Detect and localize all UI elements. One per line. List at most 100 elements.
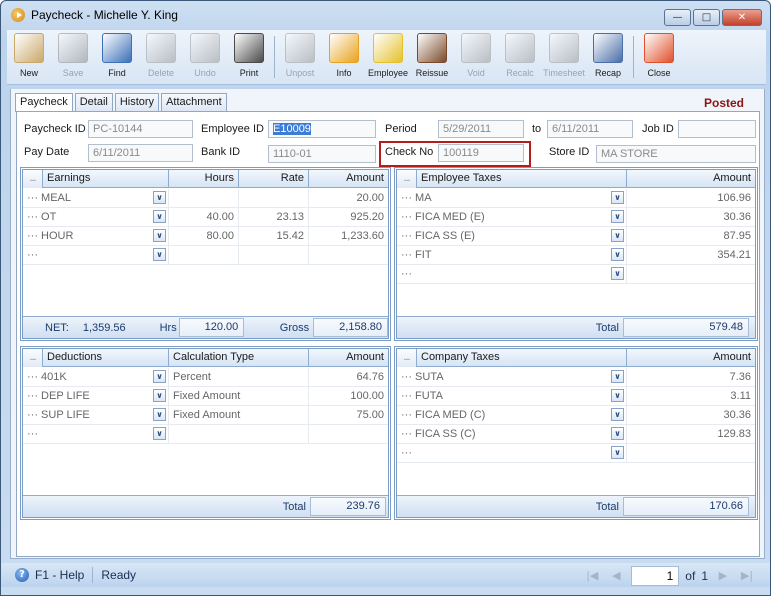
table-row[interactable]: ··· DEP LIFE Fixed Amount 100.00 bbox=[23, 387, 388, 406]
company-taxes-amount-cell[interactable]: 30.36 bbox=[627, 406, 755, 424]
dropdown-chevron-icon[interactable]: ∨ bbox=[611, 446, 624, 459]
table-row[interactable]: ··· SUTA 7.36 bbox=[397, 368, 755, 387]
dropdown-chevron-icon[interactable]: ∨ bbox=[153, 370, 166, 383]
earnings-rate-cell[interactable] bbox=[239, 246, 309, 264]
deductions-amount-cell[interactable] bbox=[309, 425, 388, 443]
table-row[interactable]: ··· 401K Percent 64.76 bbox=[23, 368, 388, 387]
earnings-rate-cell[interactable] bbox=[239, 189, 309, 207]
page-number-input[interactable] bbox=[631, 566, 680, 586]
next-record-icon[interactable]: ▶ bbox=[714, 567, 732, 585]
deductions-name-cell[interactable]: ··· SUP LIFE bbox=[23, 406, 169, 424]
table-row[interactable]: ··· FICA MED (C) 30.36 bbox=[397, 406, 755, 425]
earnings-name-cell[interactable]: ··· MEAL bbox=[23, 189, 169, 207]
toolbar-recalc-button[interactable]: Recalc bbox=[498, 30, 542, 84]
employee-taxes-name-cell[interactable]: ··· MA bbox=[397, 189, 627, 207]
paycheck-id-field[interactable]: PC-10144 bbox=[88, 120, 193, 138]
table-row[interactable]: ··· FICA SS (C) 129.83 bbox=[397, 425, 755, 444]
earnings-amount-cell[interactable]: 925.20 bbox=[309, 208, 388, 226]
bank-id-field[interactable]: 1110-01 bbox=[268, 145, 376, 163]
check-no-field[interactable]: 100119 bbox=[438, 144, 524, 162]
company-taxes-name-cell[interactable]: ··· FUTA bbox=[397, 387, 627, 405]
company-taxes-name-cell[interactable]: ··· FICA SS (C) bbox=[397, 425, 627, 443]
dropdown-chevron-icon[interactable]: ∨ bbox=[611, 267, 624, 280]
dropdown-chevron-icon[interactable]: ∨ bbox=[153, 210, 166, 223]
company-taxes-name-cell[interactable]: ··· SUTA bbox=[397, 368, 627, 386]
employee-taxes-amount-cell[interactable]: 106.96 bbox=[627, 189, 755, 207]
employee-taxes-col-name[interactable]: Employee Taxes bbox=[417, 170, 627, 188]
toolbar-unpost-button[interactable]: Unpost bbox=[278, 30, 322, 84]
table-row[interactable]: ··· FICA MED (E) 30.36 bbox=[397, 208, 755, 227]
company-taxes-amount-cell[interactable] bbox=[627, 444, 755, 462]
table-row[interactable]: ··· bbox=[23, 425, 388, 444]
earnings-name-cell[interactable]: ··· OT bbox=[23, 208, 169, 226]
tab-detail[interactable]: Detail bbox=[74, 93, 113, 111]
table-row[interactable]: ··· bbox=[23, 246, 388, 265]
dropdown-chevron-icon[interactable]: ∨ bbox=[611, 191, 624, 204]
dropdown-chevron-icon[interactable]: ∨ bbox=[153, 229, 166, 242]
help-link[interactable]: F1 - Help bbox=[35, 568, 84, 582]
toolbar-reissue-button[interactable]: Reissue bbox=[410, 30, 454, 84]
table-row[interactable]: ··· FIT 354.21 bbox=[397, 246, 755, 265]
deductions-col-name[interactable]: Deductions bbox=[43, 349, 169, 367]
deductions-type-cell[interactable]: Percent bbox=[169, 368, 309, 386]
table-row[interactable]: ··· MA 106.96 bbox=[397, 189, 755, 208]
toolbar-employee-button[interactable]: Employee bbox=[366, 30, 410, 84]
dropdown-chevron-icon[interactable]: ∨ bbox=[611, 408, 624, 421]
earnings-hours-cell[interactable] bbox=[169, 189, 239, 207]
earnings-options-button[interactable]: ... bbox=[23, 170, 43, 188]
deductions-col-amount[interactable]: Amount bbox=[309, 349, 388, 367]
company-taxes-col-amount[interactable]: Amount bbox=[627, 349, 755, 367]
dropdown-chevron-icon[interactable]: ∨ bbox=[153, 389, 166, 402]
toolbar-void-button[interactable]: Void bbox=[454, 30, 498, 84]
dropdown-chevron-icon[interactable]: ∨ bbox=[153, 427, 166, 440]
deductions-name-cell[interactable]: ··· DEP LIFE bbox=[23, 387, 169, 405]
earnings-col-name[interactable]: Earnings bbox=[43, 170, 169, 188]
minimize-button[interactable]: — bbox=[664, 9, 691, 26]
employee-taxes-options-button[interactable]: ... bbox=[397, 170, 417, 188]
toolbar-timesheet-button[interactable]: Timesheet bbox=[542, 30, 586, 84]
toolbar-undo-button[interactable]: Undo bbox=[183, 30, 227, 84]
earnings-amount-cell[interactable]: 20.00 bbox=[309, 189, 388, 207]
earnings-col-rate[interactable]: Rate bbox=[239, 170, 309, 188]
close-window-button[interactable]: ✕ bbox=[722, 9, 762, 26]
deductions-name-cell[interactable]: ··· bbox=[23, 425, 169, 443]
toolbar-print-button[interactable]: Print bbox=[227, 30, 271, 84]
toolbar-recap-button[interactable]: Recap bbox=[586, 30, 630, 84]
first-record-icon[interactable]: |◀ bbox=[583, 567, 601, 585]
deductions-name-cell[interactable]: ··· 401K bbox=[23, 368, 169, 386]
employee-taxes-amount-cell[interactable]: 30.36 bbox=[627, 208, 755, 226]
deductions-type-cell[interactable]: Fixed Amount bbox=[169, 406, 309, 424]
employee-taxes-amount-cell[interactable] bbox=[627, 265, 755, 283]
dropdown-chevron-icon[interactable]: ∨ bbox=[611, 370, 624, 383]
period-from-field[interactable]: 5/29/2011 bbox=[438, 120, 524, 138]
tab-attachment[interactable]: Attachment bbox=[161, 93, 227, 111]
dropdown-chevron-icon[interactable]: ∨ bbox=[611, 210, 624, 223]
deductions-type-cell[interactable] bbox=[169, 425, 309, 443]
help-icon[interactable]: ? bbox=[15, 568, 29, 582]
company-taxes-amount-cell[interactable]: 3.11 bbox=[627, 387, 755, 405]
earnings-amount-cell[interactable]: 1,233.60 bbox=[309, 227, 388, 245]
employee-taxes-name-cell[interactable]: ··· FIT bbox=[397, 246, 627, 264]
earnings-col-amount[interactable]: Amount bbox=[309, 170, 388, 188]
deductions-amount-cell[interactable]: 75.00 bbox=[309, 406, 388, 424]
toolbar-find-button[interactable]: Find bbox=[95, 30, 139, 84]
company-taxes-amount-cell[interactable]: 129.83 bbox=[627, 425, 755, 443]
store-id-field[interactable]: MA STORE bbox=[596, 145, 756, 163]
earnings-name-cell[interactable]: ··· bbox=[23, 246, 169, 264]
earnings-amount-cell[interactable] bbox=[309, 246, 388, 264]
table-row[interactable]: ··· FICA SS (E) 87.95 bbox=[397, 227, 755, 246]
company-taxes-name-cell[interactable]: ··· bbox=[397, 444, 627, 462]
toolbar-save-button[interactable]: Save bbox=[51, 30, 95, 84]
employee-taxes-amount-cell[interactable]: 354.21 bbox=[627, 246, 755, 264]
previous-record-icon[interactable]: ◀ bbox=[607, 567, 625, 585]
company-taxes-col-name[interactable]: Company Taxes bbox=[417, 349, 627, 367]
employee-taxes-col-amount[interactable]: Amount bbox=[627, 170, 755, 188]
employee-taxes-name-cell[interactable]: ··· FICA SS (E) bbox=[397, 227, 627, 245]
dropdown-chevron-icon[interactable]: ∨ bbox=[153, 191, 166, 204]
earnings-rate-cell[interactable]: 15.42 bbox=[239, 227, 309, 245]
table-row[interactable]: ··· SUP LIFE Fixed Amount 75.00 bbox=[23, 406, 388, 425]
pay-date-field[interactable]: 6/11/2011 bbox=[88, 144, 193, 162]
restore-button[interactable]: □ bbox=[693, 9, 720, 26]
dropdown-chevron-icon[interactable]: ∨ bbox=[611, 389, 624, 402]
earnings-rate-cell[interactable]: 23.13 bbox=[239, 208, 309, 226]
